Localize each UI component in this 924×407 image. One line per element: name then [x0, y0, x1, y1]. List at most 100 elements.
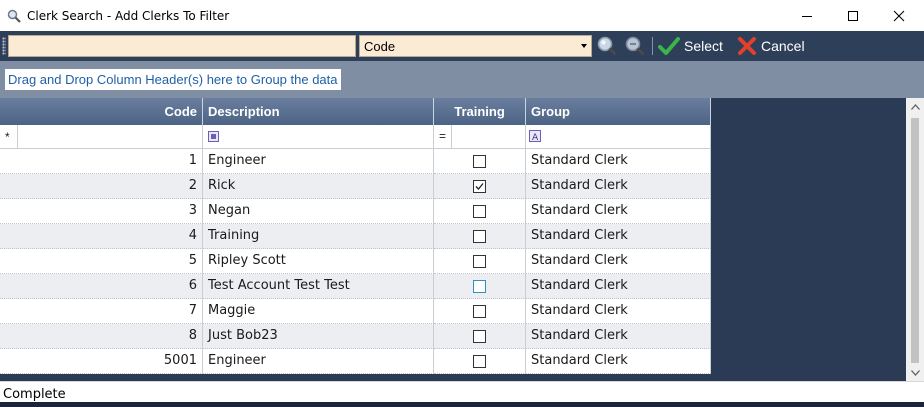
cell-training [434, 349, 526, 374]
cell-description: Negan [203, 199, 434, 224]
cell-group: Standard Clerk [526, 249, 711, 274]
cancel-x-icon [738, 37, 756, 55]
filter-input-code[interactable] [18, 125, 203, 149]
minimize-button[interactable] [784, 0, 830, 31]
search-input[interactable] [8, 35, 356, 57]
cell-code: 2 [0, 174, 203, 199]
training-checkbox[interactable] [473, 329, 486, 343]
table-row[interactable]: 2 Rick Standard Clerk [0, 174, 711, 199]
cell-group: Standard Clerk [526, 274, 711, 299]
table-row[interactable]: 7 Maggie Standard Clerk [0, 299, 711, 324]
cell-group: Standard Clerk [526, 224, 711, 249]
column-header-description[interactable]: Description [203, 98, 434, 125]
cell-training [434, 274, 526, 299]
column-header-code[interactable]: Code [0, 98, 203, 125]
cancel-button[interactable]: Cancel [737, 35, 805, 57]
title-bar: Clerk Search - Add Clerks To Filter [0, 0, 924, 31]
close-icon [893, 10, 905, 21]
search-minus-icon [625, 36, 645, 56]
cell-code: 1 [0, 149, 203, 174]
cell-training [434, 149, 526, 174]
scroll-thumb[interactable] [911, 118, 919, 363]
table-row[interactable]: 8 Just Bob23 Standard Clerk [0, 324, 711, 349]
training-checkbox[interactable] [473, 179, 486, 193]
cell-group: Standard Clerk [526, 199, 711, 224]
select-button[interactable]: Select [658, 35, 723, 57]
window-bottom-edge [0, 402, 924, 407]
table-row[interactable]: 1 Engineer Standard Clerk [0, 149, 711, 174]
filter-operator-training[interactable]: = [434, 125, 452, 149]
cell-code: 6 [0, 274, 203, 299]
cell-description: Test Account Test Test [203, 274, 434, 299]
maximize-button[interactable] [830, 0, 876, 31]
training-checkbox[interactable] [473, 229, 486, 243]
group-by-panel[interactable]: Drag and Drop Column Header(s) here to G… [0, 61, 924, 98]
chevron-up-icon [910, 103, 920, 110]
cell-description: Training [203, 224, 434, 249]
cell-code: 8 [0, 324, 203, 349]
search-button[interactable] [596, 35, 618, 57]
training-checkbox[interactable] [473, 254, 486, 268]
cell-code: 7 [0, 299, 203, 324]
cell-description: Maggie [203, 299, 434, 324]
close-window-button[interactable] [876, 0, 922, 31]
cell-description: Just Bob23 [203, 324, 434, 349]
cell-group: Standard Clerk [526, 324, 711, 349]
training-checkbox[interactable] [473, 279, 486, 293]
cell-group: Standard Clerk [526, 349, 711, 374]
cancel-button-label: Cancel [761, 38, 805, 54]
table-row[interactable]: 5001 Engineer Standard Clerk [0, 349, 711, 374]
filter-input-training[interactable] [452, 125, 526, 149]
training-checkbox[interactable] [473, 304, 486, 318]
column-header-training[interactable]: Training [434, 98, 526, 125]
cell-training [434, 174, 526, 199]
search-icon [597, 36, 617, 56]
toolbar: Code Select Cancel [0, 31, 924, 61]
svg-text:A: A [532, 133, 539, 142]
search-field-select[interactable]: Code [359, 35, 592, 57]
training-checkbox[interactable] [473, 204, 486, 218]
search-field-value: Code [364, 39, 396, 54]
cell-training [434, 199, 526, 224]
cell-training [434, 224, 526, 249]
checkmark-icon [658, 37, 680, 55]
grid-filter-row: * = A [0, 125, 711, 149]
select-button-label: Select [684, 38, 723, 54]
grid-header-row: Code Description Training Group [0, 98, 711, 125]
cell-training [434, 249, 526, 274]
checkmark-icon [475, 182, 484, 190]
advanced-search-button[interactable] [624, 35, 646, 57]
training-checkbox[interactable] [473, 354, 486, 368]
toolbar-separator [652, 37, 653, 55]
filter-operator-code[interactable]: * [0, 125, 18, 149]
chevron-down-icon [910, 369, 920, 376]
vertical-scrollbar[interactable] [906, 98, 924, 381]
column-header-group[interactable]: Group [526, 98, 711, 125]
window-title: Clerk Search - Add Clerks To Filter [27, 8, 230, 23]
filter-input-group[interactable]: A [526, 125, 711, 149]
filter-starts-with-icon[interactable]: A [529, 130, 541, 145]
cell-code: 5001 [0, 349, 203, 374]
cell-code: 5 [0, 249, 203, 274]
training-checkbox[interactable] [473, 154, 486, 168]
table-row[interactable]: 5 Ripley Scott Standard Clerk [0, 249, 711, 274]
toolbar-grip-handle[interactable] [2, 37, 6, 55]
cell-description: Engineer [203, 349, 434, 374]
table-row[interactable]: 6 Test Account Test Test Standard Clerk [0, 274, 711, 299]
group-by-hint: Drag and Drop Column Header(s) here to G… [5, 69, 341, 90]
scroll-down-button[interactable] [906, 364, 924, 381]
scroll-up-button[interactable] [906, 98, 924, 115]
cell-description: Ripley Scott [203, 249, 434, 274]
cell-code: 3 [0, 199, 203, 224]
clerk-grid: Code Description Training Group * = A 1 … [0, 98, 906, 381]
filter-contains-icon[interactable] [208, 131, 219, 145]
minimize-icon [802, 15, 812, 17]
filter-input-description[interactable] [203, 125, 434, 149]
table-row[interactable]: 4 Training Standard Clerk [0, 224, 711, 249]
cell-description: Rick [203, 174, 434, 199]
table-row[interactable]: 3 Negan Standard Clerk [0, 199, 711, 224]
status-text: Complete [3, 387, 66, 402]
cell-training [434, 324, 526, 349]
cell-training [434, 299, 526, 324]
cell-group: Standard Clerk [526, 299, 711, 324]
